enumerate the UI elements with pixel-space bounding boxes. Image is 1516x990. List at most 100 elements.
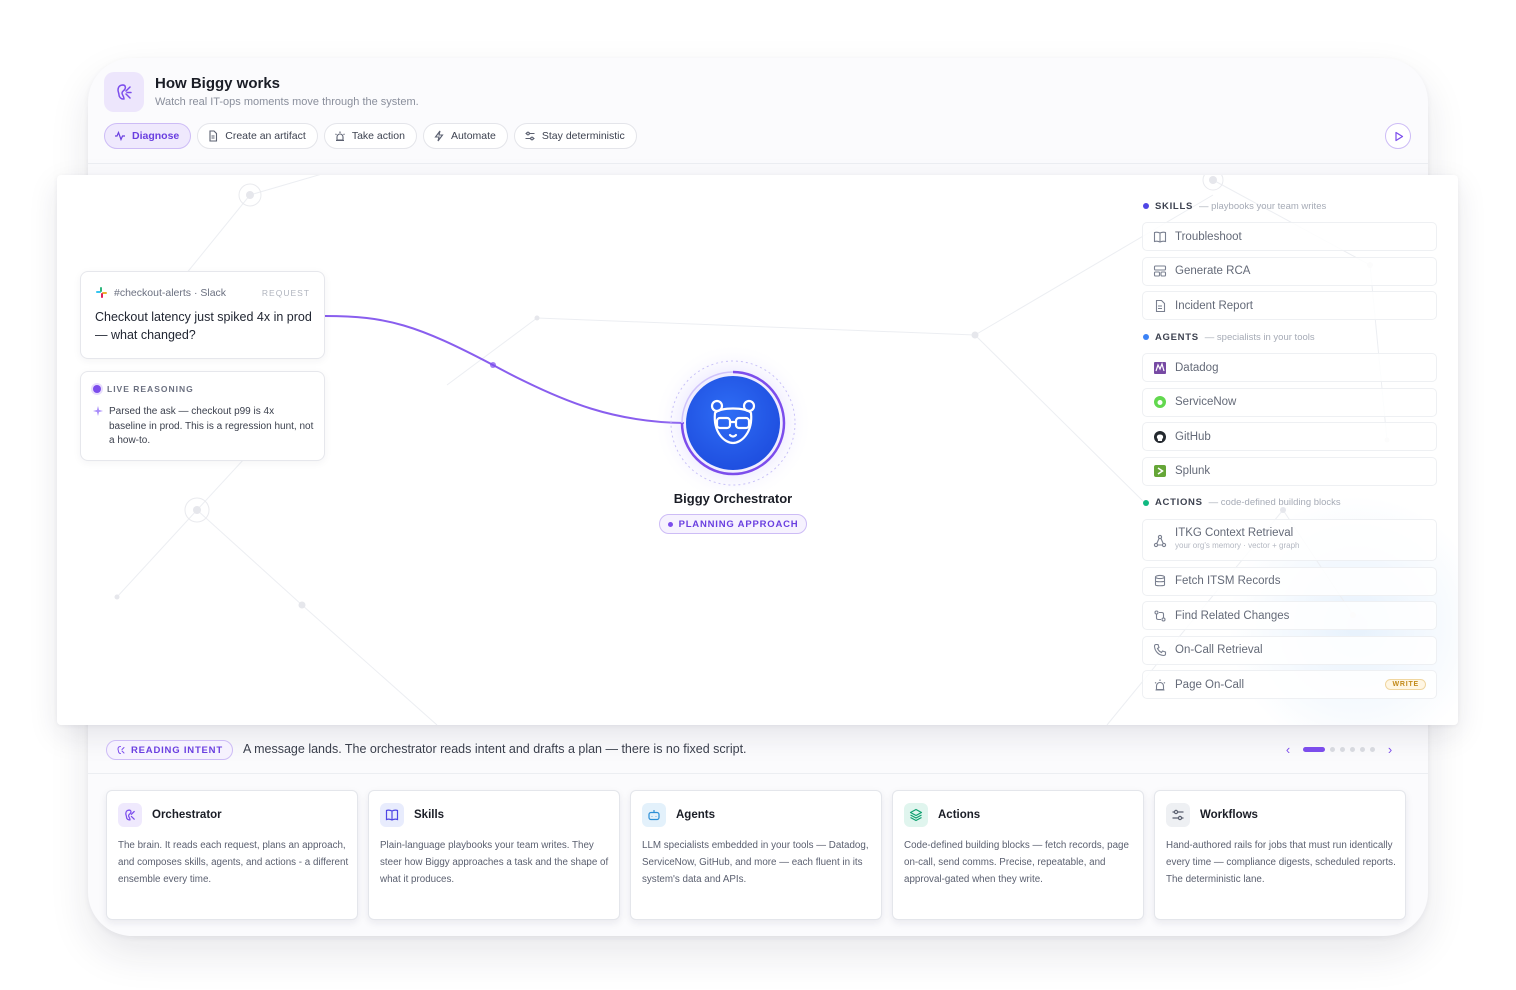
sparkle-icon [93,406,103,416]
layout-icon [1153,265,1167,277]
agents-heading-desc: — specialists in your tools [1204,331,1315,343]
step-dot[interactable] [1360,747,1365,752]
action-label: Fetch ITSM Records [1175,575,1281,588]
layers-icon [904,803,928,827]
skill-label: Troubleshoot [1175,230,1242,243]
orchestrator-logo-icon [104,72,144,112]
intent-bar: READING INTENT A message lands. The orch… [88,728,1428,774]
actions-heading-desc: — code-defined building blocks [1208,497,1341,509]
orchestrator-icon [118,803,142,827]
tab-stay-deterministic[interactable]: Stay deterministic [513,123,637,149]
reasoning-heading: LIVE REASONING [93,384,194,394]
agents-heading: AGENTS — specialists in your tools [1142,326,1437,348]
slack-icon [96,287,107,298]
tab-label: Diagnose [132,130,180,142]
intent-description: A message lands. The orchestrator reads … [243,742,747,756]
skill-label: Incident Report [1175,299,1253,312]
card-title: Skills [414,809,445,821]
step-dot-active[interactable] [1303,747,1325,752]
play-button[interactable] [1385,123,1411,149]
request-connection-line [324,315,685,424]
step-dot[interactable] [1370,747,1375,752]
step-dot[interactable] [1340,747,1345,752]
tab-diagnose[interactable]: Diagnose [104,123,192,149]
tab-label: Create an artifact [225,130,306,142]
action-label: Find Related Changes [1175,609,1290,622]
previous-step-button[interactable]: ‹ [1278,742,1298,757]
tab-label: Stay deterministic [541,130,625,142]
card-orchestrator[interactable]: Orchestrator The brain. It reads each re… [106,790,358,920]
card-skills[interactable]: Skills Plain-language playbooks your tea… [368,790,620,920]
skill-incident-report[interactable]: Incident Report [1142,291,1437,321]
card-workflows[interactable]: Workflows Hand-authored rails for jobs t… [1154,790,1406,920]
datadog-icon [1154,361,1166,374]
skill-generate-rca[interactable]: Generate RCA [1142,256,1437,286]
book-icon [1153,231,1167,243]
action-fetch-itsm-records[interactable]: Fetch ITSM Records [1142,566,1437,596]
tab-take-action[interactable]: Take action [323,123,417,149]
tab-label: Take action [351,130,405,142]
tab-label: Automate [450,130,496,142]
card-actions[interactable]: Actions Code-defined building blocks — f… [892,790,1144,920]
live-reasoning-card: LIVE REASONING Parsed the ask — checkout… [80,371,325,461]
action-find-related-changes[interactable]: Find Related Changes [1142,601,1437,631]
phone-icon [1153,644,1167,657]
card-agents[interactable]: Agents LLM specialists embedded in your … [630,790,882,920]
robot-icon [642,803,666,827]
tab-automate[interactable]: Automate [422,123,508,149]
step-dot[interactable] [1330,747,1335,752]
skills-heading-desc: — playbooks your team writes [1198,200,1327,212]
step-pager: ‹ › [1278,742,1400,757]
step-dot[interactable] [1350,747,1355,752]
next-step-button[interactable]: › [1380,742,1400,757]
card-text: Plain-language playbooks your team write… [380,840,609,885]
action-label: ITKG Context Retrieval [1175,526,1294,539]
action-on-call-retrieval[interactable]: On-Call Retrieval [1142,635,1437,665]
action-itkg-context-retrieval[interactable]: ITKG Context Retrieval your org's memory… [1142,518,1437,561]
skills-dot [1143,203,1149,209]
agents-dot [1143,334,1149,341]
page-title: How Biggy works [155,75,281,92]
status-label: PLANNING APPROACH [678,518,799,530]
sliders-icon [1166,803,1190,827]
agent-splunk[interactable]: Splunk [1142,456,1437,486]
orchestration-canvas: Biggy Orchestrator PLANNING APPROACH #ch… [57,175,1458,725]
graph-icon [1153,534,1167,548]
reasoning-text: Parsed the ask — checkout p99 is 4x base… [109,406,314,446]
book-icon [380,803,404,827]
skills-heading-label: SKILLS [1155,200,1193,212]
skill-troubleshoot[interactable]: Troubleshoot [1142,222,1437,251]
action-label: On-Call Retrieval [1175,644,1263,657]
intent-stage-pill: READING INTENT [106,740,233,760]
agent-github[interactable]: GitHub [1142,422,1437,452]
orchestrator-icon [117,746,125,754]
action-sublabel: your org's memory · vector + graph [1175,540,1300,550]
actions-heading: ACTIONS — code-defined building blocks [1142,492,1437,514]
header-divider [88,163,1428,164]
intent-stage-label: READING INTENT [131,744,223,756]
actions-dot [1143,499,1149,506]
orchestrator-status-badge: PLANNING APPROACH [659,514,807,534]
agent-servicenow[interactable]: ServiceNow [1142,387,1437,417]
sliders-icon [525,131,535,141]
card-text: The brain. It reads each request, plans … [118,840,349,885]
biggy-panda-icon[interactable] [703,393,763,453]
agent-datadog[interactable]: Datadog [1142,353,1437,383]
card-title: Workflows [1200,809,1258,821]
document-icon [1155,299,1166,312]
card-title: Actions [938,809,981,821]
request-card[interactable]: #checkout-alerts · Slack REQUEST Checkou… [80,271,325,359]
alarm-icon [1154,679,1166,691]
request-tag: REQUEST [261,288,310,298]
orchestrator-name: Biggy Orchestrator [673,491,793,506]
action-label: Page On-Call [1175,678,1245,691]
card-text: Code-defined building blocks — fetch rec… [904,840,1129,885]
action-page-on-call[interactable]: Page On-Call WRITE [1142,670,1437,700]
scenario-tabs: Diagnose Create an artifact Take action … [104,123,637,149]
database-icon [1154,574,1166,587]
agents-heading-label: AGENTS [1155,331,1199,343]
write-badge: WRITE [1385,679,1426,691]
tab-create-artifact[interactable]: Create an artifact [197,123,318,149]
github-icon [1154,430,1166,443]
servicenow-icon [1154,396,1166,409]
